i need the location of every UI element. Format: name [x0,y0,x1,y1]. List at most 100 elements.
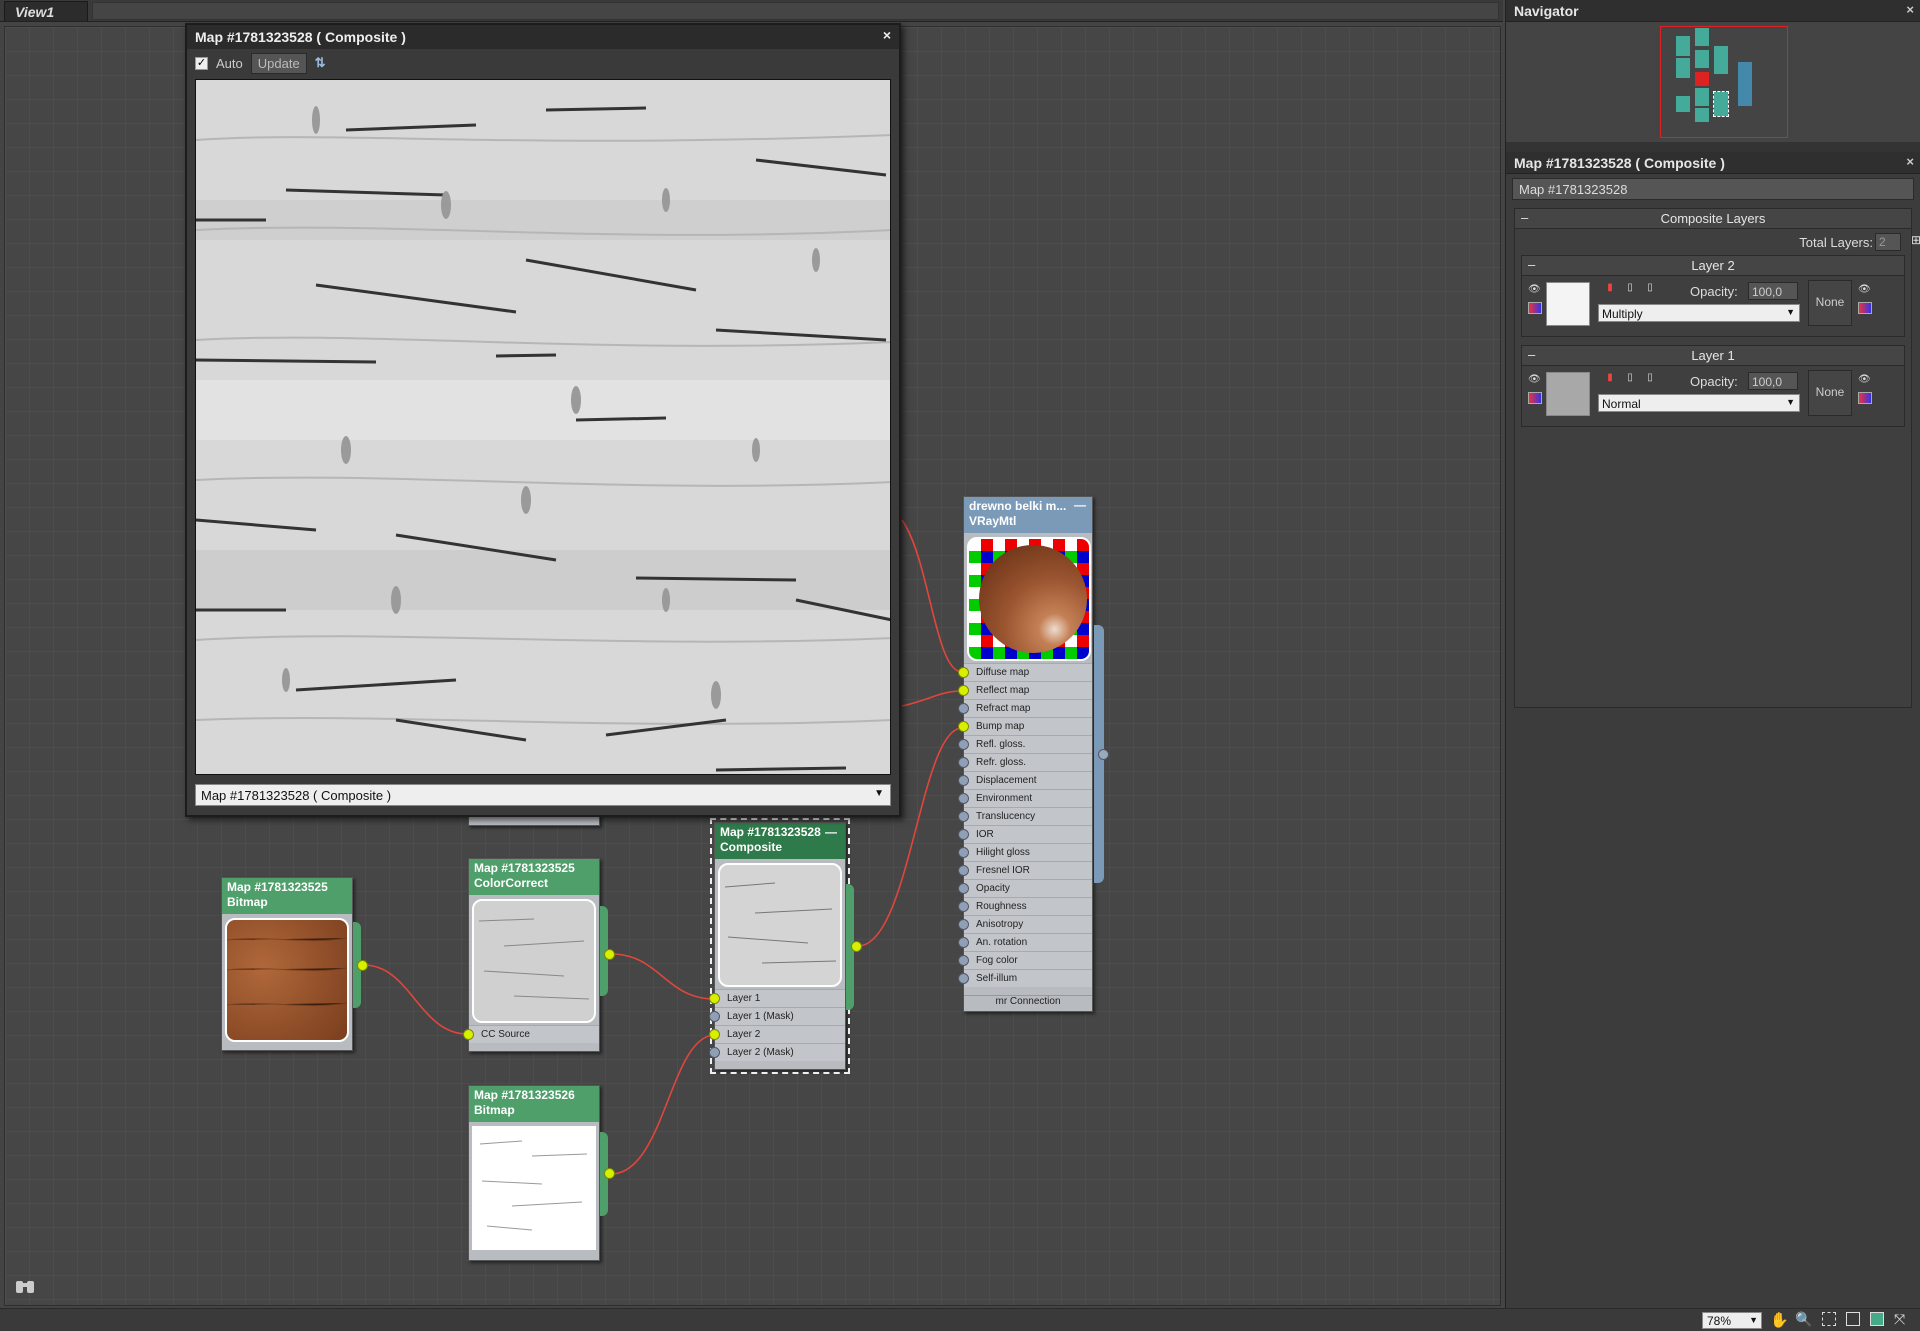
slot-17[interactable]: Self-illum [958,969,1092,987]
node-color-correct[interactable]: Map #1781323525 ColorCorrect CC Source [463,858,600,1052]
update-button[interactable]: Update [250,52,307,74]
close-icon[interactable]: × [883,27,891,43]
slot-5[interactable]: Refr. gloss. [958,753,1092,771]
input-socket[interactable] [709,1029,720,1040]
zoom-icon[interactable]: 🔍 [1795,1311,1812,1328]
input-socket[interactable] [958,955,969,966]
node-bitmap-1[interactable]: Map #1781323525 Bitmap [221,877,353,1051]
collapse-icon[interactable]: – [1528,257,1535,272]
input-socket[interactable] [958,667,969,678]
mask-color-correct-icon[interactable] [1858,302,1872,314]
input-socket[interactable] [958,919,969,930]
preview-map-selector[interactable]: Map #1781323528 ( Composite ) ▼ [195,784,891,806]
slot-12[interactable]: Opacity [958,879,1092,897]
node-vraymtl[interactable]: drewno belki m... VRayMtl — Diffuse map Ref… [958,496,1093,1012]
map-name-field[interactable]: Map #1781323528 [1512,178,1914,200]
move-children-icon[interactable]: ⤧ [1894,1311,1905,1328]
duplicate-icon[interactable]: ▯ [1644,282,1656,294]
visibility-eye-icon[interactable]: 👁 [1528,284,1541,296]
slot-1[interactable]: Reflect map [958,681,1092,699]
slot-15[interactable]: An. rotation [958,933,1092,951]
slot-8[interactable]: Translucency [958,807,1092,825]
add-layer-icon[interactable]: ⊞ [1911,233,1920,247]
input-socket[interactable] [958,811,969,822]
slot-9[interactable]: IOR [958,825,1092,843]
slot-6[interactable]: Displacement [958,771,1092,789]
auto-checkbox[interactable]: ✓ [195,56,208,70]
mr-connection[interactable]: mr Connection [964,995,1092,1011]
layer-header[interactable]: – Layer 1 [1522,346,1904,366]
output-socket[interactable] [851,941,862,952]
slot-7[interactable]: Environment [958,789,1092,807]
binoculars-icon[interactable] [14,1275,38,1297]
total-layers-field[interactable]: 2 [1875,233,1901,251]
slot-2[interactable]: Refract map [958,699,1092,717]
mask-visibility-eye-icon[interactable]: 👁 [1858,374,1871,386]
input-socket[interactable] [958,685,969,696]
input-socket[interactable] [463,1029,474,1040]
zoom-region-icon[interactable] [1822,1312,1836,1326]
zoom-extents-icon[interactable] [1846,1312,1860,1326]
slot-14[interactable]: Anisotropy [958,915,1092,933]
rollout-header[interactable]: – Composite Layers [1515,209,1911,229]
color-correct-icon[interactable] [1528,302,1542,314]
input-socket[interactable] [958,847,969,858]
collapse-icon[interactable]: — [1074,498,1086,513]
input-socket[interactable] [958,973,969,984]
color-correct-icon[interactable] [1528,392,1542,404]
input-socket[interactable] [958,739,969,750]
slot-0[interactable]: Diffuse map [958,663,1092,681]
layer-map-thumbnail[interactable] [1546,282,1590,326]
slot-13[interactable]: Roughness [958,897,1092,915]
map-preview-window[interactable]: Map #1781323528 ( Composite ) × ✓ Auto Up… [185,23,901,817]
input-socket[interactable] [958,901,969,912]
node-composite[interactable]: Map #1781323528 Composite — Layer 1 Layer … [709,818,850,1074]
navigator-view[interactable] [1506,22,1920,142]
blend-mode-dropdown[interactable]: Multiply ▼ [1598,304,1800,322]
output-socket[interactable] [604,1168,615,1179]
input-socket[interactable] [958,703,969,714]
mask-color-correct-icon[interactable] [1858,392,1872,404]
slot-cc-source[interactable]: CC Source [463,1025,599,1043]
delete-layer-icon[interactable]: ▮ [1604,372,1616,384]
opacity-spinner[interactable]: 100,0 [1748,372,1798,390]
slot-layer-2[interactable]: Layer 2 [709,1025,845,1043]
close-icon[interactable]: × [1906,2,1914,17]
layer-map-thumbnail[interactable] [1546,372,1590,416]
input-socket[interactable] [958,721,969,732]
mask-map-button[interactable]: None [1808,280,1852,326]
mask-map-button[interactable]: None [1808,370,1852,416]
channel-icon[interactable]: ⇅ [315,55,326,71]
close-icon[interactable]: × [1906,154,1914,169]
zoom-selected-icon[interactable] [1870,1312,1884,1326]
slot-16[interactable]: Fog color [958,951,1092,969]
layer-header[interactable]: – Layer 2 [1522,256,1904,276]
slot-layer-2-mask[interactable]: Layer 2 (Mask) [709,1043,845,1061]
output-socket[interactable] [604,949,615,960]
input-socket[interactable] [709,993,720,1004]
visibility-eye-icon[interactable]: 👁 [1528,374,1541,386]
slot-11[interactable]: Fresnel IOR [958,861,1092,879]
input-socket[interactable] [958,829,969,840]
input-socket[interactable] [958,937,969,948]
slot-3[interactable]: Bump map [958,717,1092,735]
input-socket[interactable] [709,1047,720,1058]
collapse-icon[interactable]: – [1521,210,1528,225]
delete-layer-icon[interactable]: ▮ [1604,282,1616,294]
opacity-spinner[interactable]: 100,0 [1748,282,1798,300]
output-socket[interactable] [1098,749,1109,760]
collapse-icon[interactable]: — [825,825,837,840]
input-socket[interactable] [709,1011,720,1022]
slot-layer-1[interactable]: Layer 1 [709,989,845,1007]
rename-icon[interactable]: ▯ [1624,372,1636,384]
output-socket[interactable] [357,960,368,971]
zoom-field[interactable]: 78% ▼ [1702,1312,1762,1329]
rename-icon[interactable]: ▯ [1624,282,1636,294]
input-socket[interactable] [958,883,969,894]
collapse-icon[interactable]: – [1528,347,1535,362]
pan-hand-icon[interactable]: ✋ [1770,1311,1789,1329]
slot-4[interactable]: Refl. gloss. [958,735,1092,753]
mask-visibility-eye-icon[interactable]: 👁 [1858,284,1871,296]
preview-title-bar[interactable]: Map #1781323528 ( Composite ) × [187,25,899,49]
input-socket[interactable] [958,775,969,786]
